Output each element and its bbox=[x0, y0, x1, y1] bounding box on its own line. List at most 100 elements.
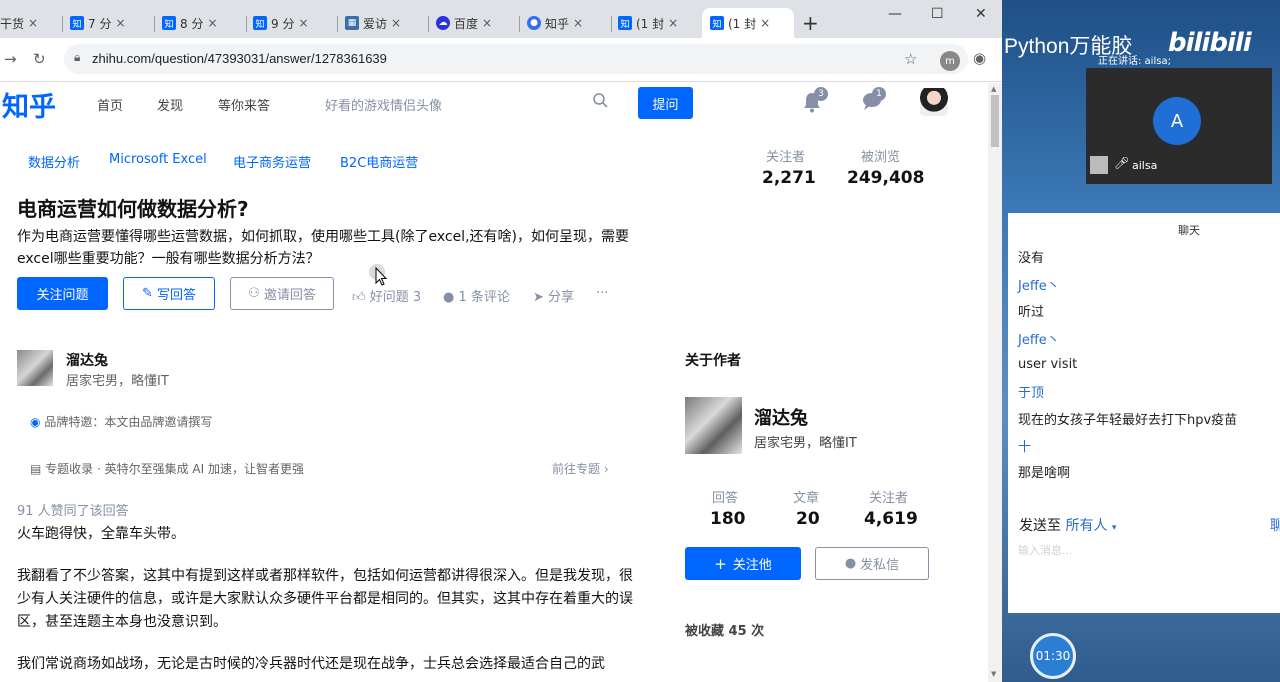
url-text[interactable]: zhihu.com/question/47393031/answer/12783… bbox=[92, 51, 387, 66]
user-icon bbox=[1090, 156, 1108, 174]
topic-tag[interactable]: 电子商务运营 bbox=[233, 152, 311, 171]
user-avatar[interactable] bbox=[920, 88, 948, 116]
close-icon[interactable]: × bbox=[298, 16, 308, 30]
address-bar[interactable]: 🔒︎ zhihu.com/question/47393031/answer/12… bbox=[64, 44, 968, 74]
articles-count[interactable]: 20 bbox=[796, 509, 820, 529]
topic-tag[interactable]: Microsoft Excel bbox=[109, 152, 207, 167]
upvote-count: 91 人赞同了该回答 bbox=[17, 504, 129, 519]
zhihu-logo[interactable]: 知乎 bbox=[2, 85, 56, 124]
topic-tag[interactable]: 数据分析 bbox=[28, 152, 80, 171]
tab-label: 爱访 bbox=[363, 16, 388, 31]
search-input[interactable]: 好看的游戏情侣头像 bbox=[325, 95, 442, 114]
bilibili-logo: bilibili bbox=[1168, 28, 1252, 58]
chat-edge-text: 聊 bbox=[1270, 518, 1280, 534]
window-close-icon[interactable]: ✕ bbox=[975, 6, 987, 22]
scroll-up-icon[interactable]: ▲ bbox=[991, 85, 996, 93]
nav-home[interactable]: 首页 bbox=[97, 95, 123, 114]
tab-separator bbox=[337, 16, 338, 32]
close-icon[interactable]: × bbox=[207, 16, 217, 30]
ask-question-button[interactable]: 提问 bbox=[638, 87, 693, 119]
close-icon[interactable]: × bbox=[668, 16, 678, 30]
lock-icon[interactable]: 🔒︎ bbox=[74, 50, 80, 65]
good-question-label: 好问题 3 bbox=[369, 290, 422, 305]
tab-1[interactable]: 干货 × bbox=[0, 8, 62, 38]
follow-question-button[interactable]: 关注问题 bbox=[17, 277, 108, 310]
author-name[interactable]: 溜达兔 bbox=[66, 350, 108, 370]
tab-4[interactable]: 知 9 分 × bbox=[253, 8, 329, 38]
page-scrollbar[interactable]: ▲ ▼ bbox=[988, 83, 1002, 682]
extension-icon[interactable]: ◉ bbox=[973, 49, 986, 67]
dropdown-caret-icon[interactable]: ▾ bbox=[1112, 523, 1117, 533]
browser-toolbar: → ↻ 🔒︎ zhihu.com/question/47393031/answe… bbox=[0, 38, 1002, 82]
special-topic-text: 专题收录 · 英特尔至强集成 AI 加速，让智者更强 bbox=[45, 462, 304, 476]
zhihu-header: 知乎 首页 发现 等你来答 好看的游戏情侣头像 提问 3 1 bbox=[0, 83, 990, 125]
collection-icon: ▤ bbox=[30, 462, 42, 476]
forward-arrow-icon[interactable]: → bbox=[4, 50, 17, 68]
tab-separator bbox=[611, 16, 612, 32]
close-icon[interactable]: × bbox=[573, 16, 583, 30]
write-answer-button[interactable]: ✎ 写回答 bbox=[123, 277, 215, 310]
tab-2[interactable]: 知 7 分 × bbox=[70, 8, 146, 38]
tab-active[interactable]: 知 (1 封 × bbox=[702, 8, 794, 38]
tab-5[interactable]: ▦ 爱访 × bbox=[345, 8, 421, 38]
followers-count: 2,271 bbox=[762, 168, 816, 188]
question-title: 电商运营如何做数据分析? bbox=[17, 197, 249, 221]
add-user-icon: ⚇ bbox=[248, 286, 260, 301]
scroll-down-icon[interactable]: ▼ bbox=[991, 670, 996, 678]
send-to-target[interactable]: 所有人 bbox=[1065, 518, 1107, 534]
follow-author-button[interactable]: + 关注他 bbox=[685, 547, 801, 580]
microphone-icon[interactable]: 🎤︎ bbox=[1114, 156, 1129, 170]
nav-discover[interactable]: 发现 bbox=[157, 95, 183, 114]
bookmark-star-icon[interactable]: ☆ bbox=[904, 50, 917, 68]
author-card-bio: 居家宅男，略懂IT bbox=[754, 436, 857, 451]
zhihu-favicon-icon: 知 bbox=[162, 16, 176, 30]
topic-tag[interactable]: B2C电商运营 bbox=[340, 152, 418, 171]
tab-label: 9 分 bbox=[271, 16, 295, 31]
close-icon[interactable]: × bbox=[115, 16, 125, 30]
tab-separator bbox=[428, 16, 429, 32]
author-card-avatar[interactable] bbox=[685, 397, 742, 454]
more-button[interactable]: ··· bbox=[596, 286, 608, 301]
special-topic-line[interactable]: ▤ 专题收录 · 英特尔至强集成 AI 加速，让智者更强 bbox=[30, 460, 304, 477]
comment-action[interactable]: ● 1 条评论 bbox=[443, 286, 510, 305]
private-message-button[interactable]: ● 发私信 bbox=[815, 547, 929, 580]
tab-7[interactable]: ● 知乎 × bbox=[527, 8, 603, 38]
tab-label: (1 封 bbox=[728, 16, 757, 31]
plus-icon: + bbox=[714, 554, 727, 573]
maximize-icon[interactable]: ☐ bbox=[931, 6, 944, 22]
author-avatar[interactable] bbox=[17, 350, 53, 386]
profile-avatar[interactable]: m bbox=[940, 51, 960, 71]
tab-label: 7 分 bbox=[88, 16, 112, 31]
chat-message: 现在的女孩子年轻最好去打下hpv疫苗 bbox=[1018, 413, 1238, 428]
close-icon[interactable]: × bbox=[482, 16, 492, 30]
search-icon[interactable] bbox=[592, 92, 608, 113]
tab-8[interactable]: 知 (1 封 × bbox=[618, 8, 694, 38]
author-card-name[interactable]: 溜达兔 bbox=[754, 404, 808, 430]
about-author-title: 关于作者 bbox=[685, 353, 741, 369]
good-question-action[interactable]: 👍︎ 好问题 3 bbox=[352, 286, 421, 305]
nav-waiting-answer[interactable]: 等你来答 bbox=[218, 95, 270, 114]
reload-icon[interactable]: ↻ bbox=[33, 50, 46, 68]
close-icon[interactable]: × bbox=[760, 16, 770, 30]
close-icon[interactable]: × bbox=[391, 16, 401, 30]
brand-invite-line: ◉ 品牌特邀：本文由品牌邀请撰写 bbox=[30, 413, 212, 430]
tab-label: 8 分 bbox=[180, 16, 204, 31]
author-followers-count[interactable]: 4,619 bbox=[864, 509, 918, 529]
answers-label: 回答 bbox=[712, 491, 739, 506]
chat-input[interactable]: 输入消息... bbox=[1018, 542, 1073, 558]
paw-favicon-icon: ● bbox=[527, 16, 541, 30]
chat-sender: 十 bbox=[1018, 440, 1032, 455]
tab-6[interactable]: ☁ 百度 × bbox=[436, 8, 512, 38]
notification-badge: 3 bbox=[814, 87, 828, 101]
tab-3[interactable]: 知 8 分 × bbox=[162, 8, 238, 38]
answers-count[interactable]: 180 bbox=[710, 509, 746, 529]
send-to-selector[interactable]: 发送至 所有人 ▾ bbox=[1019, 515, 1116, 535]
views-count: 249,408 bbox=[847, 168, 925, 188]
share-action[interactable]: ➤ 分享 bbox=[533, 286, 574, 305]
new-tab-button[interactable]: + bbox=[802, 13, 819, 33]
invite-answer-button[interactable]: ⚇ 邀请回答 bbox=[230, 277, 334, 310]
go-to-special-link[interactable]: 前往专题 › bbox=[552, 460, 609, 477]
minimize-icon[interactable]: — bbox=[888, 6, 902, 22]
scrollbar-thumb[interactable] bbox=[991, 95, 999, 147]
close-icon[interactable]: × bbox=[28, 16, 38, 30]
